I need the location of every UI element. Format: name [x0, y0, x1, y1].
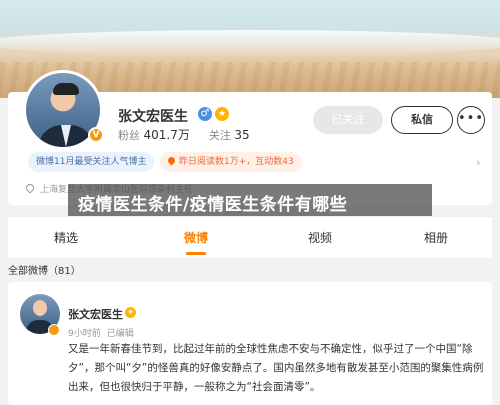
cover-wave [0, 30, 500, 56]
post-author[interactable]: 张文宏医生 [68, 306, 123, 322]
profile-name: 张文宏医生 [118, 109, 188, 125]
rank-tag[interactable]: 微博11月最受关注人气博主 [28, 152, 155, 172]
weibo-post: 张文宏医生 ★ 9小时前 已编辑 又是一年新春佳节到，比起过年前的全球性焦虑不安与… [8, 282, 492, 405]
stats-tag-text: 昨日阅读数1万+，互动数43 [179, 157, 294, 167]
fire-icon [166, 155, 177, 166]
location-pin-icon [24, 182, 36, 194]
overlay-title: 疫情医生条件/疫情医生条件有哪些 [78, 195, 348, 215]
following-label: 关注 [208, 129, 231, 142]
post-meta: 9小时前 已编辑 [68, 326, 134, 339]
male-gender-icon: ♂ [198, 107, 212, 121]
verified-badge-icon: V [88, 127, 104, 143]
tab-album[interactable]: 相册 [406, 217, 466, 259]
post-vip-badge-icon: ★ [125, 307, 136, 318]
more-options-button[interactable]: ••• [457, 106, 485, 134]
following-count[interactable]: 35 [234, 128, 249, 142]
vip-badge-icon: ★ [215, 107, 229, 121]
message-button[interactable]: 私信 [391, 106, 453, 134]
tab-featured[interactable]: 精选 [36, 217, 96, 259]
chevron-right-icon[interactable]: › [476, 156, 480, 169]
tab-weibo[interactable]: 微博 [166, 217, 226, 259]
tab-video[interactable]: 视频 [290, 217, 350, 259]
profile-stats: 粉丝 401.7万 关注 35 [118, 126, 250, 143]
all-weibo-count[interactable]: 全部微博（81） [8, 262, 81, 277]
post-time: 9小时前 [68, 329, 101, 339]
stats-tag[interactable]: 昨日阅读数1万+，互动数43 [160, 152, 302, 172]
followed-button[interactable]: 已关注 [313, 106, 383, 134]
overlay-title-bar: 疫情医生条件/疫情医生条件有哪些 [68, 184, 432, 220]
profile-tabs: 精选 微博 视频 相册 [8, 216, 492, 258]
post-verified-badge-icon [48, 324, 60, 336]
fans-count[interactable]: 401.7万 [144, 128, 190, 142]
post-text: 又是一年新春佳节到，比起过年前的全球性焦虑不安与不确定性，似乎过了一个中国“除夕… [68, 343, 484, 393]
post-edited[interactable]: 已编辑 [107, 329, 134, 339]
fans-label: 粉丝 [118, 129, 140, 142]
